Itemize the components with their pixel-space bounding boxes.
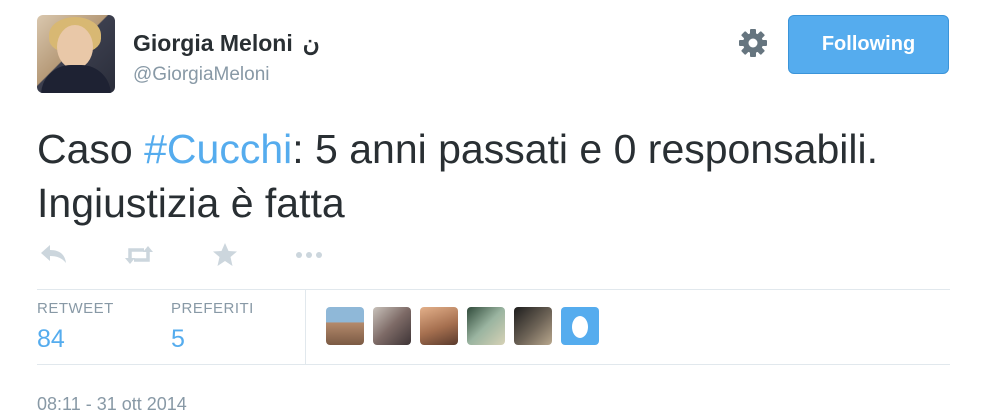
avatar-body bbox=[41, 65, 111, 93]
favoriter-avatar[interactable] bbox=[326, 307, 364, 345]
favoriter-avatar[interactable] bbox=[467, 307, 505, 345]
favoriter-avatar[interactable] bbox=[420, 307, 458, 345]
retweet-stat[interactable]: RETWEET 84 bbox=[37, 300, 114, 354]
tweet-text-before: Caso bbox=[37, 126, 145, 172]
favoriter-avatar[interactable] bbox=[514, 307, 552, 345]
favoriter-avatar-default[interactable] bbox=[561, 307, 599, 345]
divider-top bbox=[37, 289, 950, 290]
divider-bottom bbox=[37, 364, 950, 365]
user-name-badge: ن bbox=[302, 30, 320, 56]
tweet-text: Caso #Cucchi: 5 anni passati e 0 respons… bbox=[37, 122, 917, 230]
user-name[interactable]: Giorgia Meloni bbox=[133, 30, 293, 56]
more-icon[interactable] bbox=[292, 240, 326, 270]
user-handle[interactable]: @GiorgiaMeloni bbox=[133, 64, 270, 86]
favorite-icon[interactable] bbox=[208, 240, 242, 270]
following-button[interactable]: Following bbox=[788, 15, 949, 74]
retweet-label: RETWEET bbox=[37, 300, 114, 317]
retweet-icon[interactable] bbox=[122, 240, 156, 270]
favoriter-avatar[interactable] bbox=[373, 307, 411, 345]
hashtag-link[interactable]: #Cucchi bbox=[144, 126, 292, 172]
reply-icon[interactable] bbox=[37, 240, 71, 270]
gear-icon[interactable] bbox=[737, 27, 769, 59]
stats-divider bbox=[305, 290, 306, 364]
user-name-row[interactable]: Giorgia Meloni ن bbox=[133, 30, 320, 57]
retweet-count[interactable]: 84 bbox=[37, 325, 114, 354]
favorites-stat[interactable]: PREFERITI 5 bbox=[171, 300, 254, 354]
egg-icon bbox=[572, 316, 588, 338]
favorites-count[interactable]: 5 bbox=[171, 325, 254, 354]
profile-avatar[interactable] bbox=[37, 15, 115, 93]
avatar-face bbox=[57, 25, 93, 69]
favorites-label: PREFERITI bbox=[171, 300, 254, 317]
tweet-timestamp[interactable]: 08:11 - 31 ott 2014 bbox=[37, 394, 187, 415]
